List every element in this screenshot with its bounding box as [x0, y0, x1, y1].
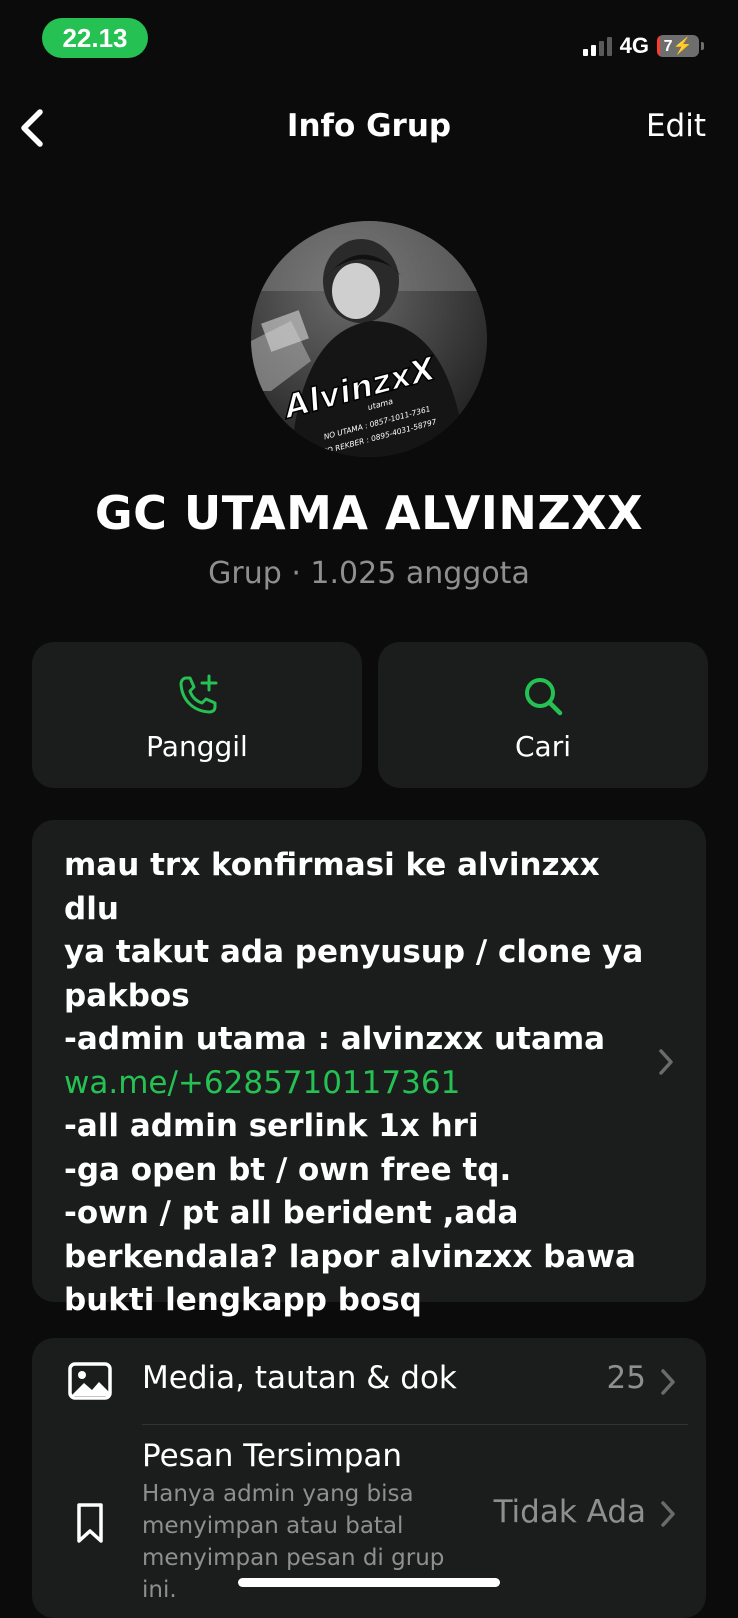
call-button[interactable]: Panggil — [32, 642, 362, 788]
desc-line: ya takut ada penyusup / clone ya — [64, 934, 644, 970]
desc-line: -ga open bt / own free tq. — [64, 1151, 512, 1188]
group-name: GC UTAMA ALVINZXX — [94, 486, 644, 540]
edit-button[interactable]: Edit — [646, 108, 706, 144]
admin-link[interactable]: wa.me/+6285710117361 — [64, 1062, 644, 1106]
search-label: Cari — [515, 730, 571, 763]
group-description[interactable]: mau trx konfirmasi ke alvinzxx dlu ya ta… — [32, 820, 706, 1318]
group-meta: Grup · 1.025 anggota — [208, 556, 530, 591]
phone-add-icon — [179, 674, 218, 714]
media-label: Media, tautan & dok — [142, 1360, 457, 1396]
desc-line: bukti lengkapp bosq — [64, 1282, 422, 1318]
settings-list: Media, tautan & dok 25 Pesan Tersimpan H… — [32, 1338, 706, 1618]
signal-icon — [582, 36, 612, 56]
image-icon — [68, 1362, 112, 1400]
divider — [142, 1424, 688, 1425]
chevron-right-icon — [659, 1049, 673, 1075]
search-button[interactable]: Cari — [378, 642, 708, 788]
desc-line: mau trx konfirmasi ke alvinzxx dlu — [64, 847, 600, 927]
desc-line: pakbos — [64, 977, 190, 1014]
desc-line: -all admin serlink 1x hri — [64, 1108, 479, 1144]
saved-value: Tidak Ada — [493, 1494, 646, 1530]
call-label: Panggil — [146, 730, 248, 763]
media-row[interactable]: Media, tautan & dok 25 — [32, 1338, 706, 1424]
battery-icon: 7⚡ — [657, 35, 699, 57]
chevron-right-icon — [661, 1501, 675, 1527]
saved-title: Pesan Tersimpan — [142, 1438, 403, 1474]
desc-line: berkendala? lapor alvinzxx bawa — [64, 1238, 636, 1275]
desc-line: -own / pt all berident ,ada — [64, 1195, 519, 1231]
bookmark-icon — [77, 1503, 103, 1543]
search-icon — [525, 678, 563, 716]
group-avatar[interactable]: AlvinzxX utama NO UTAMA : 0857-1011-7361… — [251, 221, 487, 457]
desc-line: -admin utama : alvinzxx utama — [64, 1021, 606, 1057]
media-count: 25 — [606, 1360, 646, 1396]
network-type: 4G — [619, 33, 649, 58]
nav-bar: Info Grup Edit — [0, 100, 738, 156]
status-time: 22.13 — [42, 18, 148, 58]
battery-level: 7 — [663, 38, 673, 55]
status-indicators: 4G 7⚡ — [582, 33, 704, 59]
page-title: Info Grup — [286, 108, 452, 144]
home-indicator[interactable] — [238, 1578, 500, 1587]
chevron-right-icon — [661, 1369, 675, 1395]
